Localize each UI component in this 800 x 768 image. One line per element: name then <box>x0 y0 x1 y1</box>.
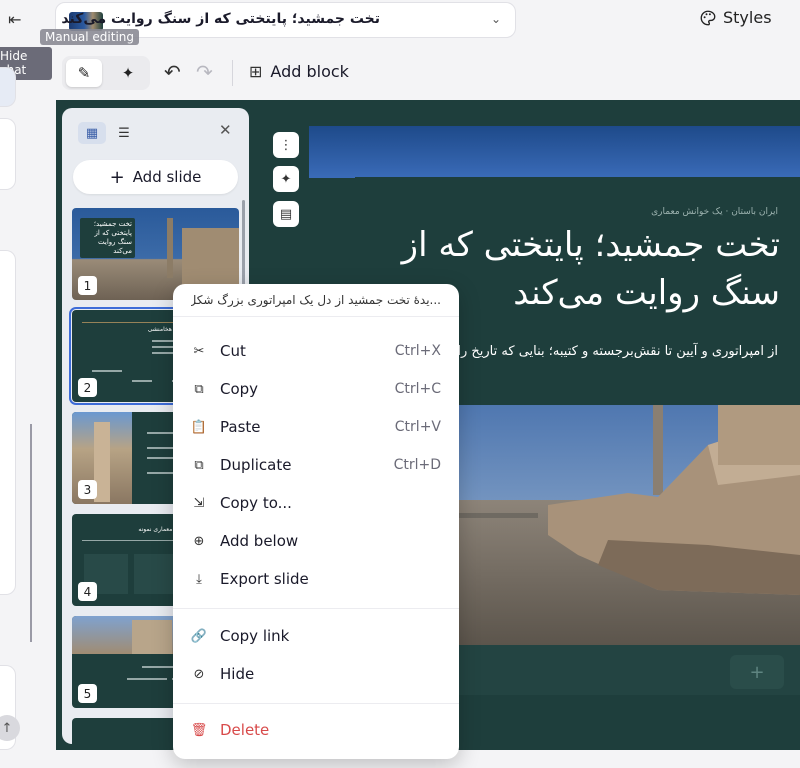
menu-divider <box>173 608 459 609</box>
copy-to-icon: ⇲ <box>193 495 205 511</box>
slide-kicker[interactable]: ایران باستان · یک خوانش معماری <box>651 207 778 217</box>
plus-icon: + <box>109 166 125 188</box>
menu-item-export-slide[interactable]: ⤓ Export slide <box>173 562 459 596</box>
sidebar-card[interactable] <box>0 250 16 595</box>
slide-header-band <box>309 126 800 178</box>
more-options-icon[interactable]: ⋮ <box>273 132 299 158</box>
undo-icon[interactable]: ↶ <box>164 60 181 84</box>
pencil-icon[interactable]: ✎ <box>66 59 102 87</box>
styles-label: Styles <box>723 8 772 27</box>
slide-number: 3 <box>78 480 97 499</box>
menu-item-cut[interactable]: ✂ Cut Ctrl+X <box>173 334 459 368</box>
redo-icon[interactable]: ↷ <box>196 60 213 84</box>
notes-icon[interactable]: ▤ <box>273 201 299 227</box>
grid-view-icon[interactable]: ▦ <box>78 122 106 144</box>
eye-off-icon: ⊘ <box>193 666 205 682</box>
slide-context-menu: ...یدهٔ تخت جمشید از دل یک امپراتوری بزر… <box>173 284 459 759</box>
add-slide-button[interactable]: + Add slide <box>73 160 238 194</box>
slide-number: 2 <box>78 378 97 397</box>
add-below-icon: ⊕ <box>193 533 205 549</box>
menu-item-duplicate[interactable]: ⧉ Duplicate Ctrl+D <box>173 448 459 482</box>
menu-divider <box>173 316 459 317</box>
slide-number: 4 <box>78 582 97 601</box>
edit-mode-toggle: ✎ ✦ <box>62 56 150 90</box>
collapse-sidebar-icon[interactable]: ⇤ <box>8 10 21 29</box>
chevron-down-icon[interactable]: ⌄ <box>491 12 501 26</box>
menu-divider <box>173 703 459 704</box>
ai-sparkle-icon[interactable]: ✦ <box>110 59 146 87</box>
styles-button[interactable]: Styles <box>699 8 772 27</box>
paste-icon: 📋 <box>190 419 208 435</box>
send-icon[interactable]: ↑ <box>0 715 20 741</box>
slide-image-persepolis[interactable] <box>458 405 800 645</box>
link-icon: 🔗 <box>190 628 208 644</box>
add-content-plus-icon[interactable]: + <box>730 655 784 689</box>
menu-item-paste[interactable]: 📋 Paste Ctrl+V <box>173 410 459 444</box>
palette-icon <box>700 10 716 25</box>
toolbar-divider <box>232 60 233 86</box>
ai-sparkle-icon[interactable]: ✦ <box>273 166 299 192</box>
export-icon: ⤓ <box>196 571 202 587</box>
menu-item-copy-link[interactable]: 🔗 Copy link <box>173 619 459 653</box>
add-block-icon: ⊞ <box>249 62 263 81</box>
slide-number: 5 <box>78 684 97 703</box>
add-block-label: Add block <box>270 62 349 81</box>
presentation-title: تخت جمشید؛ پایتختی که از سنگ روایت می‌کن… <box>61 11 380 27</box>
list-view-icon[interactable]: ☰ <box>110 122 138 144</box>
slide-number: 1 <box>78 276 97 295</box>
sidebar-divider <box>30 424 32 642</box>
add-block-button[interactable]: ⊞ Add block <box>249 62 349 81</box>
menu-item-hide[interactable]: ⊘ Hide <box>173 657 459 691</box>
trash-icon: 🗑 <box>190 722 208 738</box>
sidebar-card[interactable] <box>0 118 16 190</box>
close-panel-icon[interactable]: ✕ <box>219 121 232 139</box>
thumbnail-title: تخت جمشید؛ پایتختی که از سنگ روایت می‌کن… <box>93 220 132 256</box>
duplicate-icon: ⧉ <box>194 457 204 473</box>
sidebar-card[interactable] <box>0 67 16 107</box>
persepolis-ruins-image <box>458 405 800 645</box>
copy-icon: ⧉ <box>194 381 204 397</box>
chat-sidebar-collapsed: ⇤ Hide chat ↑ <box>0 0 52 768</box>
menu-item-copy[interactable]: ⧉ Copy Ctrl+C <box>173 372 459 406</box>
manual-editing-tooltip: Manual editing <box>40 29 140 45</box>
menu-item-add-below[interactable]: ⊕ Add below <box>173 524 459 558</box>
add-slide-label: Add slide <box>132 168 202 186</box>
menu-item-delete[interactable]: 🗑 Delete <box>173 713 459 747</box>
scissors-icon: ✂ <box>193 343 205 359</box>
context-menu-slide-title: ...یدهٔ تخت جمشید از دل یک امپراتوری بزر… <box>191 293 441 307</box>
menu-item-copy-to[interactable]: ⇲ Copy to... <box>173 486 459 520</box>
